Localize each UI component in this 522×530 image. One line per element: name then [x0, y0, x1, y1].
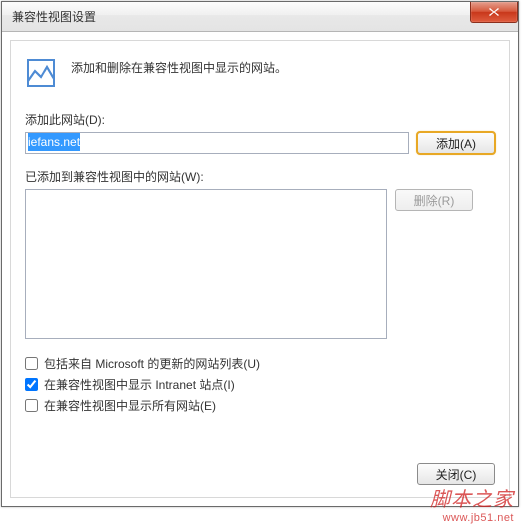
checkbox-intranet-label: 在兼容性视图中显示 Intranet 站点(I) — [44, 376, 235, 393]
close-icon — [488, 7, 500, 17]
close-button[interactable]: 关闭(C) — [417, 463, 495, 485]
checkbox-all-sites-label: 在兼容性视图中显示所有网站(E) — [44, 397, 216, 414]
checkbox-all-sites[interactable]: 在兼容性视图中显示所有网站(E) — [25, 397, 495, 414]
website-listbox[interactable] — [25, 189, 387, 339]
add-button[interactable]: 添加(A) — [417, 132, 495, 154]
add-button-label: 添加(A) — [436, 135, 476, 152]
close-button-label: 关闭(C) — [436, 466, 477, 483]
dialog-description: 添加和删除在兼容性视图中显示的网站。 — [71, 55, 287, 76]
options-group: 包括来自 Microsoft 的更新的网站列表(U) 在兼容性视图中显示 Int… — [25, 355, 495, 414]
website-list-label: 已添加到兼容性视图中的网站(W): — [25, 168, 495, 185]
title-bar: 兼容性视图设置 — [2, 2, 518, 32]
dialog-window: 兼容性视图设置 添加和删除在兼容性视图中显示的网站。 添加此网站(D): ief… — [1, 1, 519, 507]
header-row: 添加和删除在兼容性视图中显示的网站。 — [25, 55, 495, 89]
checkbox-ms-list-label: 包括来自 Microsoft 的更新的网站列表(U) — [44, 355, 260, 372]
add-website-input[interactable]: iefans.net — [25, 132, 409, 154]
remove-button: 删除(R) — [395, 189, 473, 211]
add-website-label: 添加此网站(D): — [25, 111, 495, 128]
checkbox-intranet-input[interactable] — [25, 378, 38, 391]
checkbox-ms-list-input[interactable] — [25, 357, 38, 370]
checkbox-ms-list[interactable]: 包括来自 Microsoft 的更新的网站列表(U) — [25, 355, 495, 372]
dialog-content: 添加和删除在兼容性视图中显示的网站。 添加此网站(D): iefans.net … — [10, 40, 510, 498]
remove-button-label: 删除(R) — [414, 192, 455, 209]
add-website-row: iefans.net 添加(A) — [25, 132, 495, 154]
checkbox-intranet[interactable]: 在兼容性视图中显示 Intranet 站点(I) — [25, 376, 495, 393]
close-window-button[interactable] — [470, 2, 518, 23]
website-list-row: 删除(R) — [25, 189, 495, 339]
window-title: 兼容性视图设置 — [2, 8, 96, 25]
compat-view-icon — [25, 57, 57, 89]
dialog-footer: 关闭(C) — [417, 463, 495, 485]
checkbox-all-sites-input[interactable] — [25, 399, 38, 412]
input-selected-text: iefans.net — [28, 133, 80, 151]
watermark-url: www.jb51.net — [430, 512, 514, 524]
